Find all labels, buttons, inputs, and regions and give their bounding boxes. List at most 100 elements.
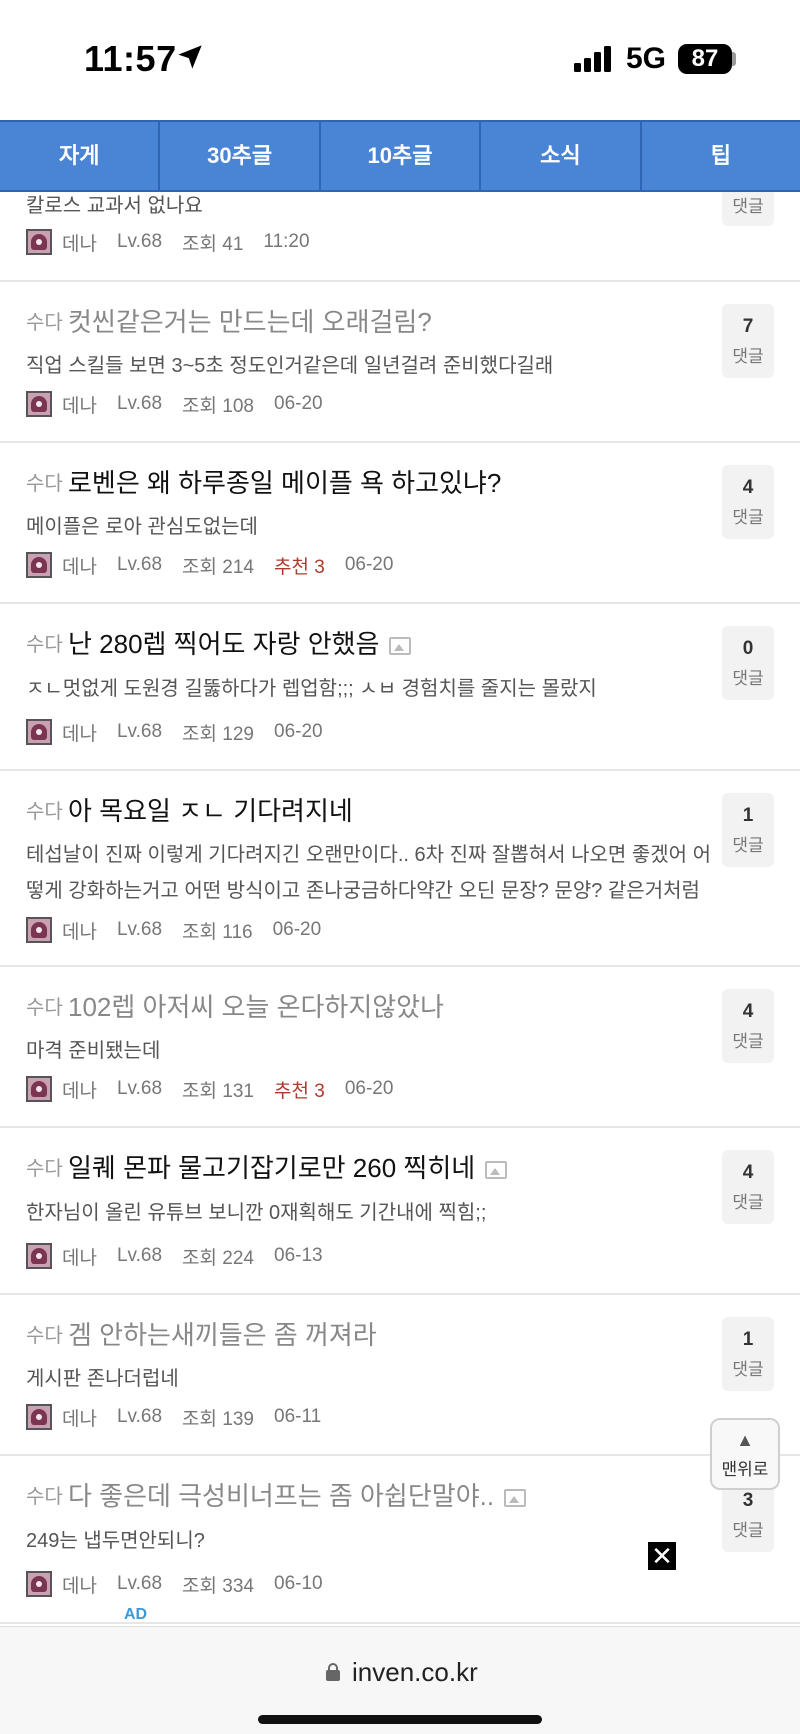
comment-label: 댓글 — [732, 1032, 764, 1051]
tab-free-board[interactable]: 자게 — [0, 122, 161, 190]
post-level: Lv.68 — [116, 231, 163, 252]
post-preview: 마격 준비됐는데 — [26, 1040, 161, 1062]
tab-30-recommend[interactable]: 30추글 — [160, 122, 321, 190]
post-meta: 데나 Lv.68 조회 116 06-20 — [26, 916, 341, 944]
url-text[interactable]: inven.co.kr — [352, 1657, 478, 1688]
post-author: 데나 — [62, 233, 97, 255]
comment-label: 댓글 — [732, 197, 764, 216]
post-meta: 데나 Lv.68 조회 41 11:20 — [26, 228, 330, 256]
post-row[interactable]: 수다 겜 안하는새끼들은 좀 꺼져라 게시판 존나더럽네 데나 Lv.68 조회 139 0… — [0, 1295, 800, 1456]
post-date: 06-20 — [274, 721, 323, 742]
post-title[interactable]: 로벤은 왜 하루종일 메이플 욕 하고있냐? — [68, 463, 501, 500]
comment-count-box[interactable]: 7 댓글 — [722, 304, 774, 378]
comment-count: 0 — [742, 638, 754, 659]
post-author: 데나 — [62, 1080, 97, 1102]
tab-tips[interactable]: 팁 — [642, 122, 800, 190]
post-title[interactable]: 난 280렙 찍어도 자랑 안했음 — [68, 624, 412, 661]
comment-count-box[interactable]: 4 댓글 — [722, 1150, 774, 1224]
comment-count-box[interactable]: 1 댓글 — [722, 1317, 774, 1391]
comment-label: 댓글 — [732, 1521, 764, 1540]
comment-count-box[interactable]: 1 댓글 — [722, 793, 774, 867]
post-level: Lv.68 — [116, 1573, 163, 1594]
avatar — [26, 1404, 52, 1430]
post-views: 조회 108 — [182, 395, 254, 417]
post-row[interactable]: 수다 아 목요일 ㅈㄴ 기다려지네 테섭날이 진짜 이렇게 기다려지긴 오랜만이다.… — [0, 771, 800, 967]
avatar — [26, 552, 52, 578]
browser-address-bar[interactable]: inven.co.kr — [0, 1626, 800, 1734]
post-meta: 데나 Lv.68 조회 131 추천 3 06-20 — [26, 1075, 413, 1103]
post-views: 조회 116 — [182, 921, 253, 943]
image-attachment-icon — [485, 1161, 508, 1180]
image-attachment-icon — [504, 1489, 527, 1508]
post-title[interactable]: 겜 안하는새끼들은 좀 꺼져라 — [68, 1315, 377, 1352]
post-author: 데나 — [62, 1408, 97, 1430]
avatar — [26, 917, 52, 943]
post-title[interactable]: 컷씬같은거는 만드는데 오래걸림? — [68, 302, 432, 339]
arrow-up-icon: ▲ — [736, 1430, 754, 1450]
post-author: 데나 — [62, 723, 97, 745]
post-meta: 데나 Lv.68 조회 129 06-20 — [26, 718, 343, 746]
post-row[interactable]: 수다 다 좋은데 극성비너프는 좀 아쉽단말야.. 249는 냅두면안되니? 데나 Lv… — [0, 1456, 800, 1624]
post-row[interactable]: 수다 컷씬같은거는 만드는데 오래걸림? 직업 스킬들 보면 3~5초 정도인거같은… — [0, 282, 800, 443]
cellular-signal-icon — [574, 46, 611, 72]
post-author: 데나 — [62, 1575, 97, 1597]
post-recommend: 추천 3 — [274, 556, 325, 578]
comment-label: 댓글 — [732, 836, 764, 855]
post-preview: ㅈㄴ멋없게 도원경 길뚫하다가 렙업함;;; ㅅㅂ 경험치를 줄지는 몰랐지 — [26, 678, 597, 700]
post-views: 조회 214 — [182, 556, 254, 578]
comment-count: 4 — [742, 1162, 754, 1183]
post-date: 06-20 — [274, 393, 323, 414]
avatar — [26, 229, 52, 255]
comment-label: 댓글 — [732, 347, 764, 366]
post-date: 06-10 — [274, 1573, 323, 1594]
post-row[interactable]: 칼로스 교과서 없나요 데나 Lv.68 조회 41 11:20 댓글 — [0, 182, 800, 282]
comment-count: 3 — [742, 1490, 754, 1511]
post-row[interactable]: 수다 일퀘 몬파 물고기잡기로만 260 찍히네 한자님이 올린 유튜브 보니깐 0… — [0, 1128, 800, 1295]
post-views: 조회 224 — [182, 1247, 254, 1269]
category-tab-bar: 자게 30추글 10추글 소식 팁 — [0, 120, 800, 192]
post-views: 조회 139 — [182, 1408, 254, 1430]
location-arrow-icon — [178, 45, 202, 69]
avatar — [26, 391, 52, 417]
post-preview: 249는 냅두면안되니? — [26, 1530, 205, 1552]
post-level: Lv.68 — [116, 393, 163, 414]
post-title[interactable]: 102렙 아저씨 오늘 온다하지않았나 — [68, 987, 444, 1024]
post-level: Lv.68 — [116, 1078, 163, 1099]
image-attachment-icon — [389, 637, 412, 656]
comment-count: 1 — [742, 805, 754, 826]
post-title[interactable]: 아 목요일 ㅈㄴ 기다려지네 — [68, 791, 353, 828]
comment-label: 댓글 — [732, 1193, 764, 1212]
scroll-to-top-label: 맨위로 — [721, 1460, 769, 1479]
tab-news[interactable]: 소식 — [481, 122, 642, 190]
post-meta: 데나 Lv.68 조회 334 06-10 — [26, 1570, 343, 1598]
post-category: 수다 — [26, 997, 63, 1019]
post-category: 수다 — [26, 473, 63, 495]
comment-count-box[interactable]: 0 댓글 — [722, 626, 774, 700]
post-preview: 칼로스 교과서 없나요 — [26, 195, 203, 217]
post-row[interactable]: 수다 102렙 아저씨 오늘 온다하지않았나마격 준비됐는데데나 Lv.68 조회 1… — [0, 967, 800, 1128]
post-title[interactable]: 다 좋은데 극성비너프는 좀 아쉽단말야.. — [68, 1476, 527, 1513]
post-preview: 게시판 존나더럽네 — [26, 1368, 179, 1390]
comment-label: 댓글 — [732, 669, 764, 688]
comment-count-box[interactable]: 4 댓글 — [722, 465, 774, 539]
post-title[interactable]: 일퀘 몬파 물고기잡기로만 260 찍히네 — [68, 1148, 508, 1185]
comment-count: 4 — [742, 477, 754, 498]
post-row[interactable]: 수다 로벤은 왜 하루종일 메이플 욕 하고있냐? 메이플은 로아 관심도없는데 데나… — [0, 443, 800, 604]
scroll-to-top-button[interactable]: ▲ 맨위로 — [710, 1418, 780, 1490]
post-views: 조회 131 — [182, 1080, 254, 1102]
post-date: 11:20 — [263, 231, 310, 252]
post-meta: 데나 Lv.68 조회 139 06-11 — [26, 1403, 341, 1431]
post-row[interactable]: 수다 난 280렙 찍어도 자랑 안했음 ㅈㄴ멋없게 도원경 길뚫하다가 렙업함;;… — [0, 604, 800, 771]
battery-icon: 87 — [678, 44, 732, 74]
post-level: Lv.68 — [116, 919, 163, 940]
ad-label: AD — [124, 1606, 148, 1623]
post-category: 수다 — [26, 1158, 63, 1180]
post-level: Lv.68 — [116, 1406, 163, 1427]
tab-10-recommend[interactable]: 10추글 — [321, 122, 482, 190]
avatar — [26, 719, 52, 745]
home-indicator — [258, 1715, 542, 1724]
comment-label: 댓글 — [732, 508, 764, 527]
ad-close-button[interactable]: ✕ — [648, 1542, 676, 1570]
post-views: 조회 334 — [182, 1575, 254, 1597]
comment-count-box[interactable]: 4 댓글 — [722, 989, 774, 1063]
